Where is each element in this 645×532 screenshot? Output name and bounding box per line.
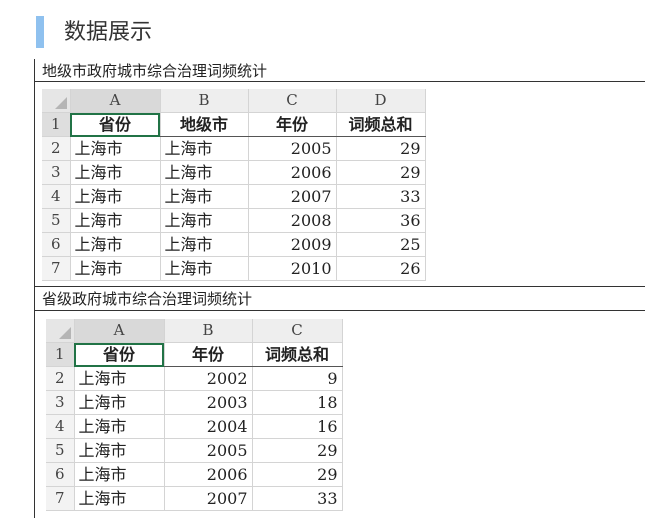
cell-frequency[interactable]: 18 [252, 390, 343, 415]
table-row: 3 上海市 上海市 2006 29 [42, 160, 426, 185]
page-title: 数据展示 [64, 20, 153, 45]
header-cell-frequency[interactable]: 词频总和 [336, 112, 426, 137]
column-header-c[interactable]: C [252, 319, 343, 343]
cell-year[interactable]: 2005 [164, 438, 253, 463]
cell-city[interactable]: 上海市 [160, 160, 249, 185]
row-header[interactable]: 3 [42, 160, 71, 185]
cell-year[interactable]: 2007 [164, 486, 253, 511]
table-row: 6 上海市 上海市 2009 25 [42, 232, 426, 257]
select-all-corner[interactable] [46, 319, 75, 343]
select-all-corner[interactable] [42, 89, 71, 113]
cell-frequency[interactable]: 9 [252, 366, 343, 391]
section-divider [34, 286, 645, 287]
cell-frequency[interactable]: 29 [252, 438, 343, 463]
cell-year[interactable]: 2008 [248, 208, 337, 233]
cell-frequency[interactable]: 29 [252, 462, 343, 487]
cell-province[interactable]: 上海市 [74, 390, 165, 415]
cell-city[interactable]: 上海市 [160, 208, 249, 233]
cell-year[interactable]: 2007 [248, 184, 337, 209]
cell-year[interactable]: 2002 [164, 366, 253, 391]
frame-left-border [34, 59, 35, 518]
table-row: 2 上海市 上海市 2005 29 [42, 136, 426, 161]
cell-year[interactable]: 2010 [248, 256, 337, 281]
row-header[interactable]: 1 [42, 112, 71, 137]
cell-frequency[interactable]: 33 [336, 184, 426, 209]
row-header[interactable]: 5 [42, 208, 71, 233]
cell-frequency[interactable]: 33 [252, 486, 343, 511]
cell-year[interactable]: 2005 [248, 136, 337, 161]
column-header-row: A B C [46, 319, 343, 343]
section-title-provincial: 省级政府城市综合治理词频统计 [42, 290, 253, 308]
cell-city[interactable]: 上海市 [160, 136, 249, 161]
table-row: 3 上海市 2003 18 [46, 390, 343, 415]
row-header[interactable]: 7 [42, 256, 71, 281]
column-header-row: A B C D [42, 89, 426, 113]
cell-year[interactable]: 2004 [164, 414, 253, 439]
row-header[interactable]: 2 [42, 136, 71, 161]
cell-year[interactable]: 2009 [248, 232, 337, 257]
cell-city[interactable]: 上海市 [160, 232, 249, 257]
cell-city[interactable]: 上海市 [160, 184, 249, 209]
cell-province[interactable]: 上海市 [70, 184, 161, 209]
cell-frequency[interactable]: 36 [336, 208, 426, 233]
column-header-b[interactable]: B [160, 89, 249, 113]
cell-province[interactable]: 上海市 [74, 438, 165, 463]
table-header-row: 1 省份 年份 词频总和 [46, 342, 343, 367]
table-row: 2 上海市 2002 9 [46, 366, 343, 391]
header-cell-frequency[interactable]: 词频总和 [252, 342, 343, 367]
section-divider [34, 81, 645, 82]
column-header-d[interactable]: D [336, 89, 426, 113]
table-row: 4 上海市 2004 16 [46, 414, 343, 439]
cell-year[interactable]: 2003 [164, 390, 253, 415]
column-header-a[interactable]: A [74, 319, 165, 343]
cell-frequency[interactable]: 16 [252, 414, 343, 439]
table-row: 7 上海市 2007 33 [46, 486, 343, 511]
table-row: 4 上海市 上海市 2007 33 [42, 184, 426, 209]
row-header[interactable]: 6 [46, 462, 75, 487]
table-header-row: 1 省份 地级市 年份 词频总和 [42, 112, 426, 137]
row-header[interactable]: 2 [46, 366, 75, 391]
cell-year[interactable]: 2006 [248, 160, 337, 185]
row-header[interactable]: 1 [46, 342, 75, 367]
column-header-a[interactable]: A [70, 89, 161, 113]
row-header[interactable]: 3 [46, 390, 75, 415]
table-row: 5 上海市 上海市 2008 36 [42, 208, 426, 233]
cell-province[interactable]: 上海市 [70, 160, 161, 185]
cell-province[interactable]: 上海市 [70, 136, 161, 161]
table-row: 6 上海市 2006 29 [46, 462, 343, 487]
cell-province[interactable]: 上海市 [74, 414, 165, 439]
cell-province[interactable]: 上海市 [70, 232, 161, 257]
row-header[interactable]: 6 [42, 232, 71, 257]
column-header-c[interactable]: C [248, 89, 337, 113]
column-header-b[interactable]: B [164, 319, 253, 343]
cell-city[interactable]: 上海市 [160, 256, 249, 281]
row-header[interactable]: 4 [46, 414, 75, 439]
header-cell-city[interactable]: 地级市 [160, 112, 249, 137]
cell-province[interactable]: 上海市 [70, 256, 161, 281]
header-cell-province[interactable]: 省份 [74, 342, 165, 367]
header-cell-province[interactable]: 省份 [70, 112, 161, 137]
row-header[interactable]: 4 [42, 184, 71, 209]
cell-province[interactable]: 上海市 [74, 462, 165, 487]
section-title-prefecture: 地级市政府城市综合治理词频统计 [42, 62, 268, 80]
header-cell-year[interactable]: 年份 [164, 342, 253, 367]
cell-province[interactable]: 上海市 [74, 366, 165, 391]
cell-frequency[interactable]: 29 [336, 136, 426, 161]
cell-year[interactable]: 2006 [164, 462, 253, 487]
cell-frequency[interactable]: 26 [336, 256, 426, 281]
cell-province[interactable]: 上海市 [70, 208, 161, 233]
table-row: 7 上海市 上海市 2010 26 [42, 256, 426, 281]
section-divider [34, 310, 645, 311]
table-row: 5 上海市 2005 29 [46, 438, 343, 463]
row-header[interactable]: 5 [46, 438, 75, 463]
cell-frequency[interactable]: 29 [336, 160, 426, 185]
row-header[interactable]: 7 [46, 486, 75, 511]
header-cell-year[interactable]: 年份 [248, 112, 337, 137]
title-accent-bar [36, 16, 44, 48]
provincial-sheet[interactable]: A B C 1 省份 年份 词频总和 2 上海市 2002 9 3 上海市 20… [46, 319, 343, 511]
cell-frequency[interactable]: 25 [336, 232, 426, 257]
prefecture-sheet[interactable]: A B C D 1 省份 地级市 年份 词频总和 2 上海市 上海市 2005 … [42, 89, 426, 281]
cell-province[interactable]: 上海市 [74, 486, 165, 511]
